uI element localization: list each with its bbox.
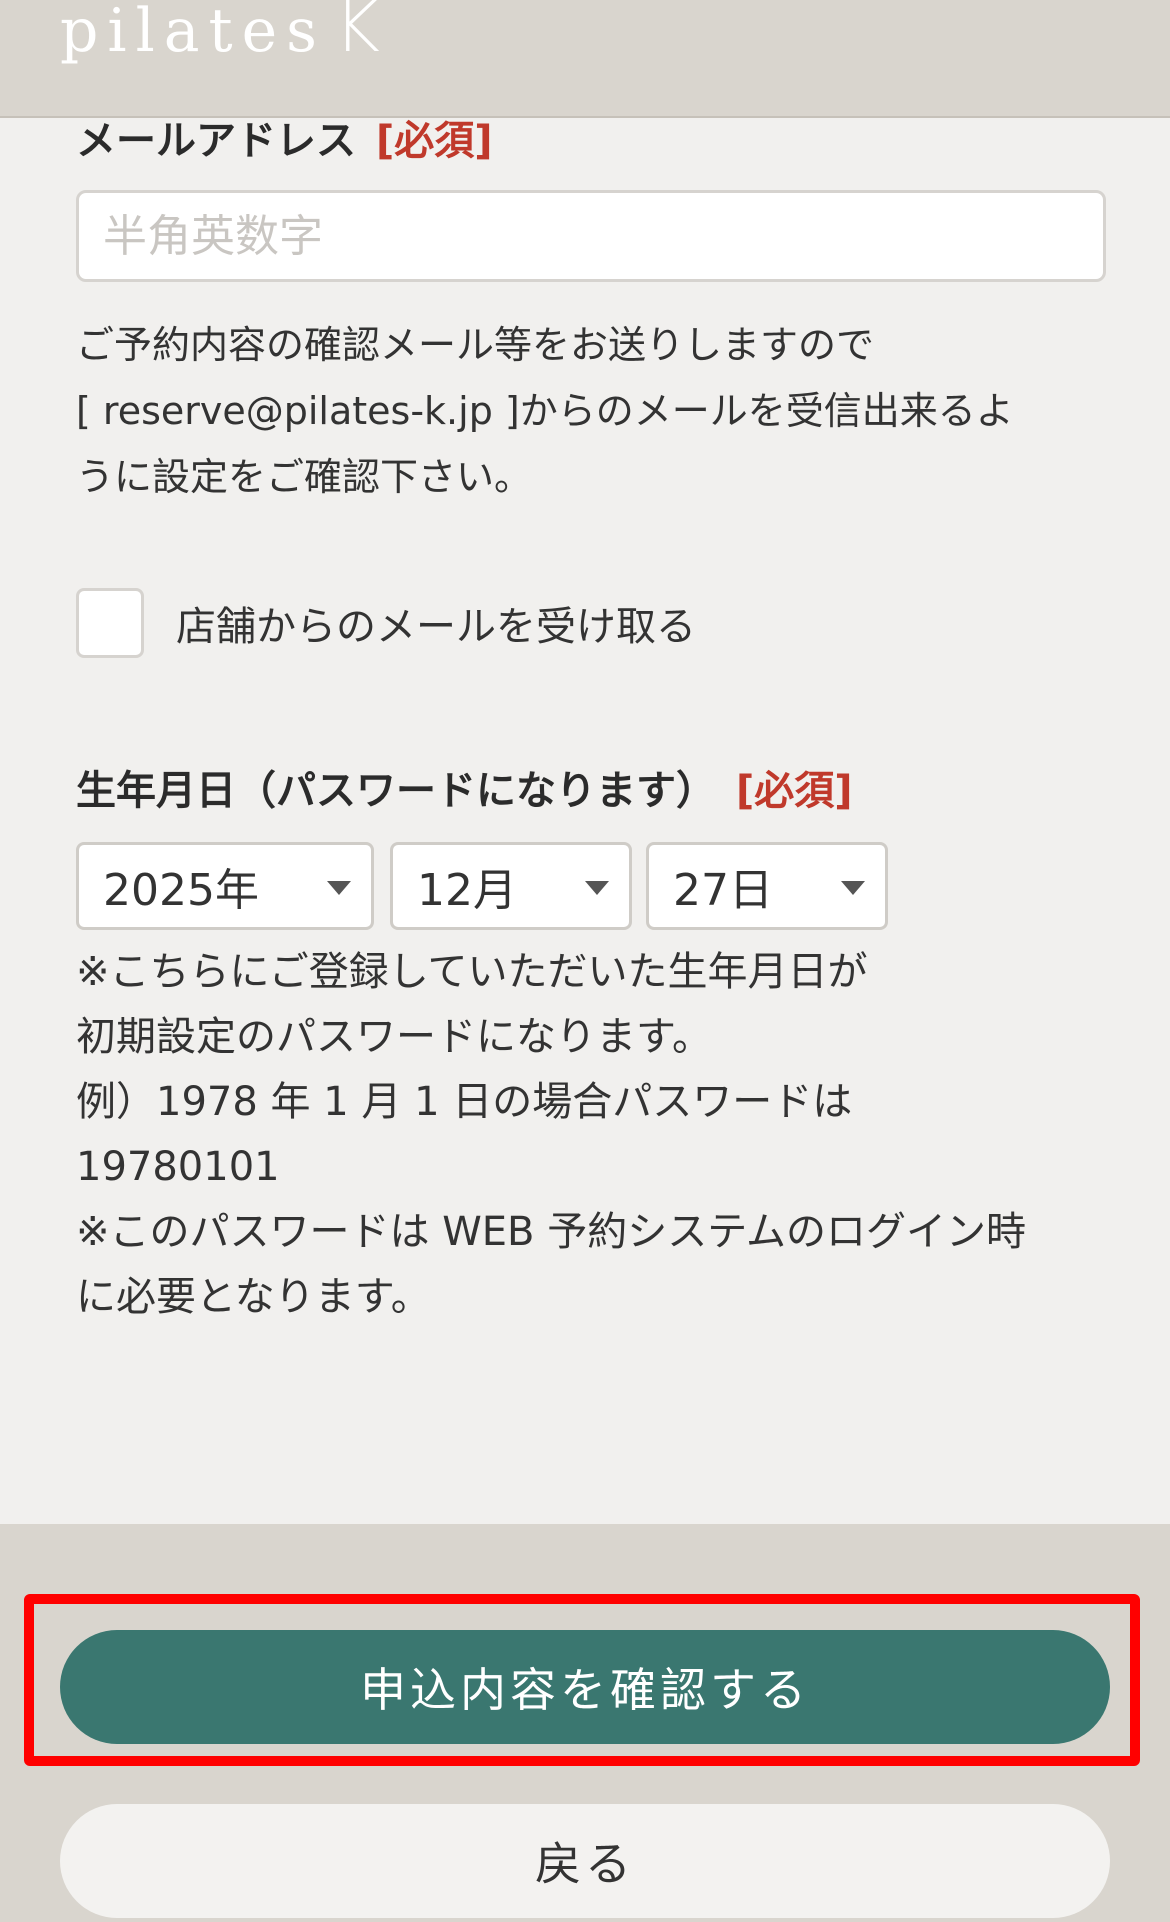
- logo-text: pilates: [60, 0, 326, 66]
- email-notice-line: [ reserve@pilates-k.jp ]からのメールを受信出来るよ: [76, 389, 1014, 433]
- email-input[interactable]: [76, 190, 1106, 282]
- chevron-down-icon: [585, 881, 609, 895]
- back-button[interactable]: 戻る: [60, 1804, 1110, 1918]
- help-line: ※このパスワードは WEB 予約システムのログイン時: [76, 1209, 1027, 1255]
- chevron-down-icon: [841, 881, 865, 895]
- help-line: 初期設定のパスワードになります。: [76, 1014, 712, 1060]
- birth-year-value: 2025年: [103, 865, 259, 916]
- help-line: に必要となります。: [76, 1274, 431, 1320]
- birthday-label-text: 生年月日（パスワードになります）: [76, 768, 716, 814]
- mail-opt-in-label[interactable]: 店舗からのメールを受け取る: [176, 594, 696, 652]
- site-header: pilates K: [0, 0, 1170, 118]
- password-help-text: ※こちらにご登録していただいた生年月日が 初期設定のパスワードになります。 例）…: [76, 940, 1116, 1330]
- help-line: 例）1978 年 1 月 1 日の場合パスワードは: [76, 1079, 853, 1125]
- email-notice-line: ご予約内容の確認メール等をお送りしますので: [76, 323, 875, 367]
- birth-year-select[interactable]: 2025年: [76, 842, 374, 930]
- email-label-text: メールアドレス: [76, 118, 356, 164]
- birth-month-select[interactable]: 12月: [390, 842, 632, 930]
- mail-opt-in-checkbox[interactable]: [76, 588, 144, 658]
- birth-day-select[interactable]: 27日: [646, 842, 888, 930]
- email-notice-line: うに設定をご確認下さい。: [76, 455, 533, 499]
- pilates-k-logo[interactable]: pilates K: [60, 0, 380, 68]
- help-line: ※こちらにご登録していただいた生年月日が: [76, 949, 868, 995]
- birthday-label: 生年月日（パスワードになります） [必須]: [76, 758, 853, 816]
- mail-opt-in-row[interactable]: 店舗からのメールを受け取る: [76, 586, 696, 660]
- birth-day-value: 27日: [673, 865, 773, 916]
- birth-month-value: 12月: [417, 865, 517, 916]
- confirm-application-button[interactable]: 申込内容を確認する: [60, 1630, 1110, 1744]
- chevron-down-icon: [327, 881, 351, 895]
- required-badge: [必須]: [376, 118, 493, 164]
- required-badge: [必須]: [736, 768, 853, 814]
- email-notice: ご予約内容の確認メール等をお送りしますので [ reserve@pilates-…: [76, 312, 1116, 510]
- email-label: メールアドレス [必須]: [76, 108, 493, 166]
- help-line: 19780101: [76, 1144, 280, 1190]
- logo-mark: K: [333, 0, 380, 68]
